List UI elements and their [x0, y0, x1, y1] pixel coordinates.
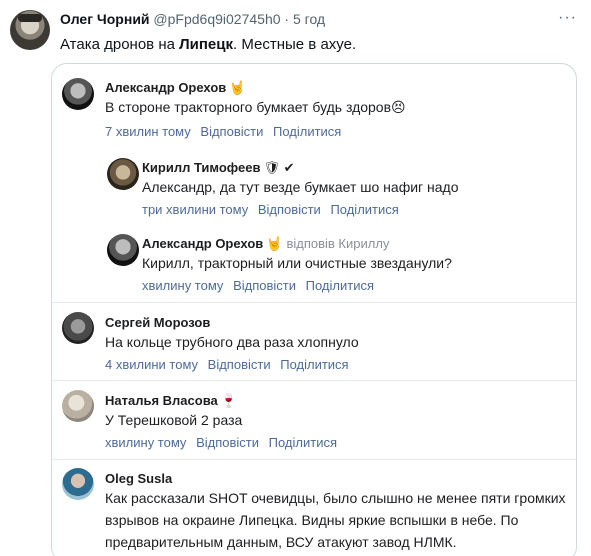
author-emoji: 🤘	[266, 236, 283, 251]
tweet-time[interactable]: 5 год	[293, 11, 325, 27]
comment-text: На кольце трубного два раза хлопнуло	[105, 334, 359, 350]
divider	[52, 380, 576, 381]
share-button[interactable]: Поділитися	[269, 435, 337, 450]
comments-card: Александр Орехов 🤘 В стороне тракторного …	[51, 63, 577, 556]
author-emoji: 🛡 ✔	[263, 160, 295, 175]
divider	[52, 459, 576, 460]
tweet-text-bold: Липецк	[179, 36, 234, 53]
reply-button[interactable]: Відповісти	[196, 435, 259, 450]
comment-author-name[interactable]: Кирилл Тимофеев	[142, 160, 260, 175]
comment-author[interactable]: Наталья Власова 🍷	[105, 393, 237, 409]
comment-actions: хвилину тому Відповісти Поділитися	[105, 435, 343, 450]
share-button[interactable]: Поділитися	[273, 124, 341, 139]
avatar[interactable]	[62, 78, 94, 110]
avatar[interactable]	[107, 234, 139, 266]
reply-button[interactable]: Відповісти	[258, 202, 321, 217]
comment-time-link[interactable]: три хвилини тому	[142, 202, 248, 217]
reply-button[interactable]: Відповісти	[233, 278, 296, 293]
comment-actions: 4 хвилини тому Відповісти Поділитися	[105, 357, 355, 372]
comment-author-name[interactable]: Сергей Морозов	[105, 315, 210, 330]
comment-author-name[interactable]: Александр Орехов	[105, 80, 226, 95]
tweet-text-suffix: . Местные в ахуе.	[233, 36, 357, 53]
avatar[interactable]	[107, 158, 139, 190]
author-emoji: 🍷	[220, 393, 237, 408]
tweet-text-prefix: Атака дронов на	[60, 36, 180, 53]
comment-text-line: Как рассказали SHOT очевидцы, было слышн…	[105, 490, 566, 506]
reply-button[interactable]: Відповісти	[208, 357, 271, 372]
comment-text: Александр, да тут везде бумкает шо нафиг…	[142, 179, 459, 195]
meta-separator: ·	[284, 11, 290, 27]
comment-author[interactable]: Александр Орехов 🤘	[105, 80, 245, 96]
comment-text-line: взрывов на окраине Липецка. Видны яркие …	[105, 512, 519, 528]
comment-author[interactable]: Кирилл Тимофеев 🛡 ✔	[142, 160, 294, 176]
comment-author-name[interactable]: Oleg Susla	[105, 471, 172, 486]
avatar[interactable]	[62, 390, 94, 422]
comment-text-line: предварительным данным, ВСУ атакуют заво…	[105, 534, 457, 550]
tweet-text: Атака дронов на Липецк. Местные в ахуе.	[60, 36, 356, 53]
more-icon[interactable]: ···	[558, 9, 577, 27]
comment-time-link[interactable]: 7 хвилин тому	[105, 124, 191, 139]
comment-author[interactable]: Oleg Susla	[105, 471, 172, 486]
avatar[interactable]	[62, 312, 94, 344]
comment-actions: три хвилини тому Відповісти Поділитися	[142, 202, 405, 217]
divider	[52, 302, 576, 303]
avatar[interactable]	[62, 468, 94, 500]
share-button[interactable]: Поділитися	[306, 278, 374, 293]
comment-author[interactable]: Александр Орехов 🤘 відповів Кириллу	[142, 236, 389, 252]
comment-time-link[interactable]: хвилину тому	[105, 435, 186, 450]
comment-author[interactable]: Сергей Морозов	[105, 315, 210, 330]
share-button[interactable]: Поділитися	[330, 202, 398, 217]
comment-text: В стороне тракторного бумкает будь здоро…	[105, 99, 406, 115]
tweet-header: Олег Чорний @pFpd6q9i02745h0 · 5 год	[60, 11, 325, 27]
comment-time-link[interactable]: хвилину тому	[142, 278, 223, 293]
reply-button[interactable]: Відповісти	[200, 124, 263, 139]
author-emoji: 🤘	[229, 80, 246, 95]
comment-actions: хвилину тому Відповісти Поділитися	[142, 278, 380, 293]
comment-actions: 7 хвилин тому Відповісти Поділитися	[105, 124, 347, 139]
comment-text: У Терешковой 2 раза	[105, 412, 243, 428]
comment-author-name[interactable]: Александр Орехов	[142, 236, 263, 251]
share-button[interactable]: Поділитися	[280, 357, 348, 372]
author-handle[interactable]: @pFpd6q9i02745h0	[153, 11, 280, 27]
author-avatar[interactable]	[10, 10, 50, 50]
author-name[interactable]: Олег Чорний	[60, 11, 150, 27]
reply-to-label[interactable]: відповів Кириллу	[286, 236, 389, 251]
comment-author-name[interactable]: Наталья Власова	[105, 393, 218, 408]
comment-time-link[interactable]: 4 хвилини тому	[105, 357, 198, 372]
comment-text: Кирилл, тракторный или очистные звездану…	[142, 255, 452, 271]
